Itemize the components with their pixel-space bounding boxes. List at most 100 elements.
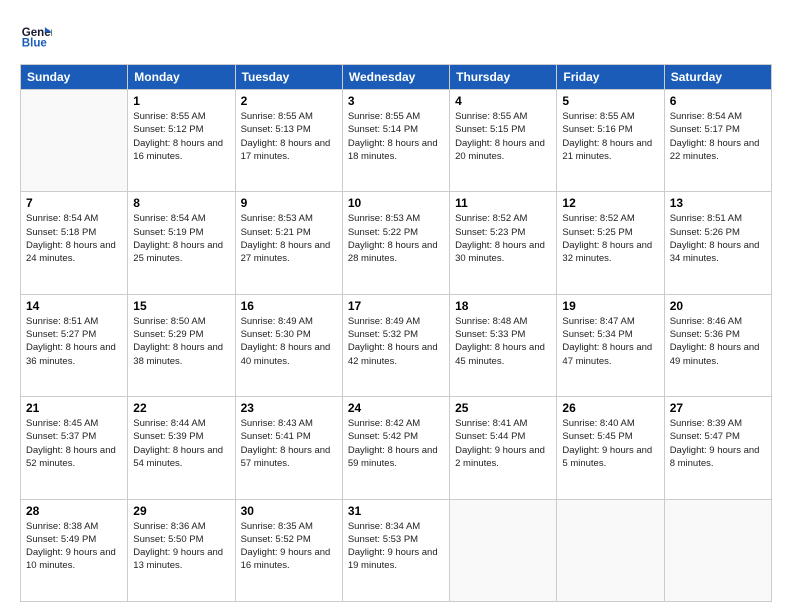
- day-number: 9: [241, 196, 337, 210]
- day-cell: [21, 90, 128, 192]
- week-row-4: 21Sunrise: 8:45 AMSunset: 5:37 PMDayligh…: [21, 397, 772, 499]
- day-info: Sunrise: 8:51 AMSunset: 5:26 PMDaylight:…: [670, 212, 766, 265]
- day-cell: 15Sunrise: 8:50 AMSunset: 5:29 PMDayligh…: [128, 294, 235, 396]
- day-info: Sunrise: 8:49 AMSunset: 5:32 PMDaylight:…: [348, 315, 444, 368]
- day-number: 14: [26, 299, 122, 313]
- day-cell: 5 Sunrise: 8:55 AMSunset: 5:16 PMDaylight…: [557, 90, 664, 192]
- day-cell: 3 Sunrise: 8:55 AMSunset: 5:14 PMDaylight…: [342, 90, 449, 192]
- day-info: Sunrise: 8:52 AMSunset: 5:25 PMDaylight:…: [562, 212, 658, 265]
- day-number: 4: [455, 94, 551, 108]
- day-number: 29: [133, 504, 229, 518]
- weekday-header-saturday: Saturday: [664, 65, 771, 90]
- day-cell: 13 Sunrise: 8:51 AMSunset: 5:26 PMDayligh…: [664, 192, 771, 294]
- week-row-2: 7 Sunrise: 8:54 AMSunset: 5:18 PMDaylight…: [21, 192, 772, 294]
- day-info: Sunrise: 8:53 AMSunset: 5:21 PMDaylight:…: [241, 212, 337, 265]
- day-cell: 16 Sunrise: 8:49 AMSunset: 5:30 PMDayligh…: [235, 294, 342, 396]
- day-number: 31: [348, 504, 444, 518]
- day-number: 6: [670, 94, 766, 108]
- day-cell: 23 Sunrise: 8:43 AMSunset: 5:41 PMDayligh…: [235, 397, 342, 499]
- day-cell: [557, 499, 664, 601]
- weekday-header-tuesday: Tuesday: [235, 65, 342, 90]
- day-info: Sunrise: 8:49 AMSunset: 5:30 PMDaylight:…: [241, 315, 337, 368]
- day-cell: [664, 499, 771, 601]
- day-info: Sunrise: 8:40 AMSunset: 5:45 PMDaylight:…: [562, 417, 658, 470]
- weekday-header-thursday: Thursday: [450, 65, 557, 90]
- day-cell: 27 Sunrise: 8:39 AMSunset: 5:47 PMDayligh…: [664, 397, 771, 499]
- day-cell: 9 Sunrise: 8:53 AMSunset: 5:21 PMDaylight…: [235, 192, 342, 294]
- day-cell: 1Sunrise: 8:55 AMSunset: 5:12 PMDaylight…: [128, 90, 235, 192]
- day-cell: 17 Sunrise: 8:49 AMSunset: 5:32 PMDayligh…: [342, 294, 449, 396]
- day-info: Sunrise: 8:39 AMSunset: 5:47 PMDaylight:…: [670, 417, 766, 470]
- day-number: 10: [348, 196, 444, 210]
- day-number: 26: [562, 401, 658, 415]
- day-cell: [450, 499, 557, 601]
- day-cell: 25Sunrise: 8:41 AMSunset: 5:44 PMDayligh…: [450, 397, 557, 499]
- day-number: 5: [562, 94, 658, 108]
- day-cell: 30Sunrise: 8:35 AMSunset: 5:52 PMDayligh…: [235, 499, 342, 601]
- day-cell: 26 Sunrise: 8:40 AMSunset: 5:45 PMDayligh…: [557, 397, 664, 499]
- page: General Blue SundayMondayTuesdayWednesda…: [0, 0, 792, 612]
- day-info: Sunrise: 8:55 AMSunset: 5:12 PMDaylight:…: [133, 110, 229, 163]
- day-info: Sunrise: 8:54 AMSunset: 5:19 PMDaylight:…: [133, 212, 229, 265]
- day-number: 2: [241, 94, 337, 108]
- day-number: 11: [455, 196, 551, 210]
- day-info: Sunrise: 8:35 AMSunset: 5:52 PMDaylight:…: [241, 520, 337, 573]
- day-cell: 4 Sunrise: 8:55 AMSunset: 5:15 PMDaylight…: [450, 90, 557, 192]
- day-number: 18: [455, 299, 551, 313]
- weekday-header-row: SundayMondayTuesdayWednesdayThursdayFrid…: [21, 65, 772, 90]
- day-info: Sunrise: 8:38 AMSunset: 5:49 PMDaylight:…: [26, 520, 122, 573]
- day-number: 28: [26, 504, 122, 518]
- logo-icon: General Blue: [20, 20, 52, 52]
- day-info: Sunrise: 8:43 AMSunset: 5:41 PMDaylight:…: [241, 417, 337, 470]
- day-info: Sunrise: 8:55 AMSunset: 5:13 PMDaylight:…: [241, 110, 337, 163]
- day-cell: 6 Sunrise: 8:54 AMSunset: 5:17 PMDaylight…: [664, 90, 771, 192]
- day-info: Sunrise: 8:54 AMSunset: 5:17 PMDaylight:…: [670, 110, 766, 163]
- weekday-header-wednesday: Wednesday: [342, 65, 449, 90]
- day-number: 7: [26, 196, 122, 210]
- day-number: 23: [241, 401, 337, 415]
- day-number: 24: [348, 401, 444, 415]
- week-row-1: 1Sunrise: 8:55 AMSunset: 5:12 PMDaylight…: [21, 90, 772, 192]
- day-info: Sunrise: 8:42 AMSunset: 5:42 PMDaylight:…: [348, 417, 444, 470]
- day-cell: 24 Sunrise: 8:42 AMSunset: 5:42 PMDayligh…: [342, 397, 449, 499]
- day-cell: 28 Sunrise: 8:38 AMSunset: 5:49 PMDayligh…: [21, 499, 128, 601]
- day-cell: 7 Sunrise: 8:54 AMSunset: 5:18 PMDaylight…: [21, 192, 128, 294]
- day-cell: 20 Sunrise: 8:46 AMSunset: 5:36 PMDayligh…: [664, 294, 771, 396]
- day-info: Sunrise: 8:55 AMSunset: 5:16 PMDaylight:…: [562, 110, 658, 163]
- day-info: Sunrise: 8:55 AMSunset: 5:14 PMDaylight:…: [348, 110, 444, 163]
- day-number: 20: [670, 299, 766, 313]
- day-number: 17: [348, 299, 444, 313]
- svg-text:Blue: Blue: [22, 38, 48, 50]
- logo: General Blue: [20, 20, 56, 52]
- weekday-header-friday: Friday: [557, 65, 664, 90]
- day-info: Sunrise: 8:54 AMSunset: 5:18 PMDaylight:…: [26, 212, 122, 265]
- day-info: Sunrise: 8:45 AMSunset: 5:37 PMDaylight:…: [26, 417, 122, 470]
- day-info: Sunrise: 8:48 AMSunset: 5:33 PMDaylight:…: [455, 315, 551, 368]
- day-cell: 11 Sunrise: 8:52 AMSunset: 5:23 PMDayligh…: [450, 192, 557, 294]
- day-info: Sunrise: 8:52 AMSunset: 5:23 PMDaylight:…: [455, 212, 551, 265]
- day-number: 27: [670, 401, 766, 415]
- day-number: 16: [241, 299, 337, 313]
- day-cell: 18 Sunrise: 8:48 AMSunset: 5:33 PMDayligh…: [450, 294, 557, 396]
- day-number: 3: [348, 94, 444, 108]
- day-cell: 10 Sunrise: 8:53 AMSunset: 5:22 PMDayligh…: [342, 192, 449, 294]
- day-info: Sunrise: 8:55 AMSunset: 5:15 PMDaylight:…: [455, 110, 551, 163]
- day-cell: 22 Sunrise: 8:44 AMSunset: 5:39 PMDayligh…: [128, 397, 235, 499]
- day-cell: 12Sunrise: 8:52 AMSunset: 5:25 PMDayligh…: [557, 192, 664, 294]
- day-info: Sunrise: 8:51 AMSunset: 5:27 PMDaylight:…: [26, 315, 122, 368]
- day-cell: 2 Sunrise: 8:55 AMSunset: 5:13 PMDaylight…: [235, 90, 342, 192]
- day-cell: 29 Sunrise: 8:36 AMSunset: 5:50 PMDayligh…: [128, 499, 235, 601]
- day-number: 15: [133, 299, 229, 313]
- day-number: 8: [133, 196, 229, 210]
- day-number: 13: [670, 196, 766, 210]
- day-info: Sunrise: 8:53 AMSunset: 5:22 PMDaylight:…: [348, 212, 444, 265]
- day-number: 19: [562, 299, 658, 313]
- day-cell: 14 Sunrise: 8:51 AMSunset: 5:27 PMDayligh…: [21, 294, 128, 396]
- day-info: Sunrise: 8:44 AMSunset: 5:39 PMDaylight:…: [133, 417, 229, 470]
- day-number: 22: [133, 401, 229, 415]
- weekday-header-monday: Monday: [128, 65, 235, 90]
- week-row-5: 28 Sunrise: 8:38 AMSunset: 5:49 PMDayligh…: [21, 499, 772, 601]
- day-info: Sunrise: 8:46 AMSunset: 5:36 PMDaylight:…: [670, 315, 766, 368]
- day-info: Sunrise: 8:36 AMSunset: 5:50 PMDaylight:…: [133, 520, 229, 573]
- day-info: Sunrise: 8:34 AMSunset: 5:53 PMDaylight:…: [348, 520, 444, 573]
